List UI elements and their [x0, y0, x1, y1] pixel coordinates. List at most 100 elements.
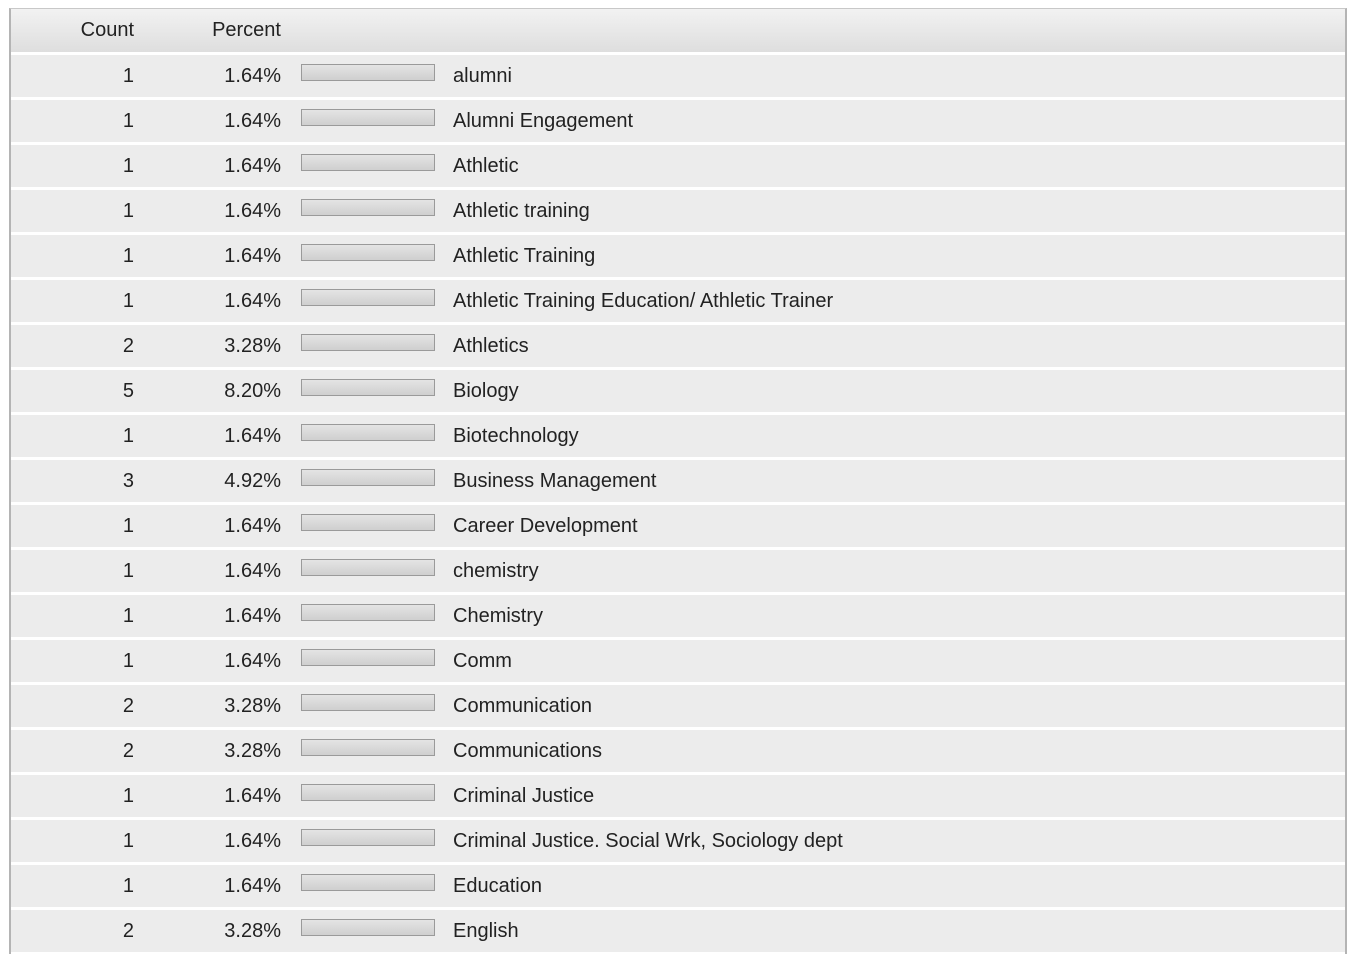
percent-bar-fill — [302, 740, 434, 755]
count-cell: 1 — [11, 415, 146, 460]
count-cell: 1 — [11, 640, 146, 685]
percent-bar-fill — [302, 290, 434, 305]
percent-bar — [301, 468, 435, 486]
percent-cell: 1.64% — [146, 235, 301, 280]
bar-column-header — [301, 9, 451, 55]
bar-cell — [301, 370, 451, 415]
percent-cell: 1.64% — [146, 55, 301, 100]
percent-bar — [301, 873, 435, 891]
percent-cell: 8.20% — [146, 370, 301, 415]
percent-bar-fill — [302, 560, 434, 575]
percent-bar — [301, 63, 435, 81]
bar-cell — [301, 235, 451, 280]
bar-cell — [301, 820, 451, 865]
percent-bar-fill — [302, 200, 434, 215]
percent-cell: 4.92% — [146, 460, 301, 505]
label-cell: Biotechnology — [451, 415, 1345, 460]
percent-bar — [301, 333, 435, 351]
table-body: 1 1.64% alumni 1 1.64% Alumni Engagement 1 1.64… — [11, 55, 1345, 954]
bar-cell — [301, 100, 451, 145]
percent-bar — [301, 828, 435, 846]
percent-cell: 3.28% — [146, 325, 301, 370]
label-cell: Business Management — [451, 460, 1345, 505]
table-row: 2 3.28% Communications — [11, 730, 1345, 775]
count-cell: 2 — [11, 910, 146, 954]
bar-cell — [301, 55, 451, 100]
label-cell: Athletic training — [451, 190, 1345, 235]
percent-bar-fill — [302, 155, 434, 170]
percent-bar-fill — [302, 785, 434, 800]
percent-bar-fill — [302, 920, 434, 935]
table-row: 1 1.64% Criminal Justice — [11, 775, 1345, 820]
percent-bar — [301, 243, 435, 261]
label-cell: alumni — [451, 55, 1345, 100]
percent-cell: 1.64% — [146, 595, 301, 640]
label-cell: Chemistry — [451, 595, 1345, 640]
percent-bar-fill — [302, 605, 434, 620]
percent-cell: 1.64% — [146, 100, 301, 145]
percent-cell: 1.64% — [146, 550, 301, 595]
percent-cell: 1.64% — [146, 820, 301, 865]
table-row: 1 1.64% alumni — [11, 55, 1345, 100]
count-cell: 5 — [11, 370, 146, 415]
percent-cell: 1.64% — [146, 190, 301, 235]
count-cell: 1 — [11, 595, 146, 640]
label-cell: chemistry — [451, 550, 1345, 595]
percent-cell: 1.64% — [146, 505, 301, 550]
table-row: 2 3.28% Athletics — [11, 325, 1345, 370]
percent-bar — [301, 918, 435, 936]
percent-bar-fill — [302, 650, 434, 665]
label-cell: Athletic — [451, 145, 1345, 190]
percent-cell: 1.64% — [146, 145, 301, 190]
count-cell: 1 — [11, 100, 146, 145]
table-row: 1 1.64% chemistry — [11, 550, 1345, 595]
results-page: Count Percent 1 1.64% alumni 1 1.64% Alumni E… — [0, 0, 1351, 954]
percent-bar — [301, 423, 435, 441]
count-cell: 1 — [11, 550, 146, 595]
table-row: 2 3.28% English — [11, 910, 1345, 954]
table-row: 1 1.64% Athletic training — [11, 190, 1345, 235]
table-row: 2 3.28% Communication — [11, 685, 1345, 730]
label-cell: Athletics — [451, 325, 1345, 370]
label-cell: Athletic Training — [451, 235, 1345, 280]
percent-bar-fill — [302, 65, 434, 80]
percent-bar — [301, 378, 435, 396]
count-cell: 1 — [11, 280, 146, 325]
table-row: 1 1.64% Career Development — [11, 505, 1345, 550]
percent-bar — [301, 558, 435, 576]
count-cell: 1 — [11, 775, 146, 820]
label-cell: Criminal Justice. Social Wrk, Sociology … — [451, 820, 1345, 865]
percent-bar-fill — [302, 470, 434, 485]
percent-column-header: Percent — [146, 9, 301, 55]
count-cell: 2 — [11, 685, 146, 730]
percent-cell: 1.64% — [146, 640, 301, 685]
percent-bar — [301, 108, 435, 126]
percent-bar — [301, 513, 435, 531]
bar-cell — [301, 460, 451, 505]
percent-cell: 1.64% — [146, 865, 301, 910]
count-cell: 1 — [11, 145, 146, 190]
count-cell: 1 — [11, 55, 146, 100]
percent-bar — [301, 603, 435, 621]
count-cell: 1 — [11, 190, 146, 235]
percent-bar-fill — [302, 515, 434, 530]
percent-cell: 3.28% — [146, 730, 301, 775]
frequency-table: Count Percent 1 1.64% alumni 1 1.64% Alumni E… — [11, 9, 1345, 954]
percent-bar-fill — [302, 245, 434, 260]
count-cell: 1 — [11, 865, 146, 910]
label-cell: Communication — [451, 685, 1345, 730]
table-row: 1 1.64% Alumni Engagement — [11, 100, 1345, 145]
results-table-frame: Count Percent 1 1.64% alumni 1 1.64% Alumni E… — [9, 8, 1347, 954]
bar-cell — [301, 865, 451, 910]
percent-bar — [301, 153, 435, 171]
percent-cell: 3.28% — [146, 685, 301, 730]
bar-cell — [301, 910, 451, 954]
percent-bar-fill — [302, 830, 434, 845]
percent-bar-fill — [302, 695, 434, 710]
percent-cell: 1.64% — [146, 775, 301, 820]
label-cell: Athletic Training Education/ Athletic Tr… — [451, 280, 1345, 325]
label-cell: Alumni Engagement — [451, 100, 1345, 145]
label-cell: Criminal Justice — [451, 775, 1345, 820]
count-cell: 1 — [11, 235, 146, 280]
label-cell: Education — [451, 865, 1345, 910]
